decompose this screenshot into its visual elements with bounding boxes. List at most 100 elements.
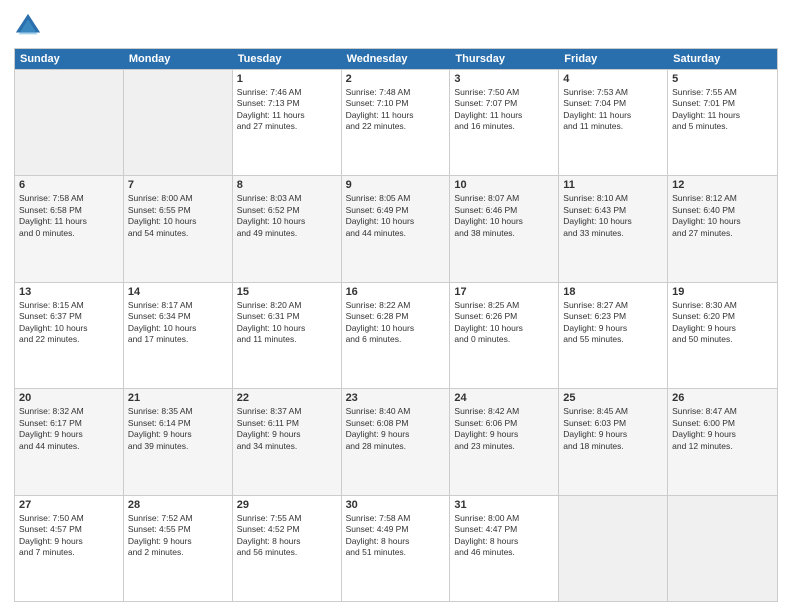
day-number: 17 (454, 286, 554, 298)
day-number: 28 (128, 499, 228, 511)
day-number: 30 (346, 499, 446, 511)
day-number: 21 (128, 392, 228, 404)
day-info: Sunrise: 8:05 AM Sunset: 6:49 PM Dayligh… (346, 193, 446, 239)
day-number: 5 (672, 73, 773, 85)
calendar-body: 1 Sunrise: 7:46 AM Sunset: 7:13 PM Daylig… (15, 69, 777, 601)
weekday-header-friday: Friday (559, 49, 668, 69)
day-info: Sunrise: 8:00 AM Sunset: 6:55 PM Dayligh… (128, 193, 228, 239)
day-cell-18: 18Sunrise: 8:27 AM Sunset: 6:23 PM Dayli… (559, 283, 668, 388)
day-info: Sunrise: 8:17 AM Sunset: 6:34 PM Dayligh… (128, 300, 228, 346)
day-cell-15: 15 Sunrise: 8:20 AM Sunset: 6:31 PM Dayli… (233, 283, 342, 388)
weekday-header-saturday: Saturday (668, 49, 777, 69)
day-cell-1: 1 Sunrise: 7:46 AM Sunset: 7:13 PM Daylig… (233, 70, 342, 175)
day-number: 19 (672, 286, 773, 298)
day-number: 10 (454, 179, 554, 191)
day-cell-19: 19Sunrise: 8:30 AM Sunset: 6:20 PM Dayli… (668, 283, 777, 388)
day-info: Sunrise: 8:20 AM Sunset: 6:31 PM Dayligh… (237, 300, 337, 346)
empty-cell (559, 496, 668, 601)
weekday-header-tuesday: Tuesday (233, 49, 342, 69)
logo-icon (14, 12, 42, 40)
day-cell-25: 25Sunrise: 8:45 AM Sunset: 6:03 PM Dayli… (559, 389, 668, 494)
day-info: Sunrise: 7:55 AM Sunset: 4:52 PM Dayligh… (237, 513, 337, 559)
weekday-header-thursday: Thursday (450, 49, 559, 69)
day-cell-13: 13Sunrise: 8:15 AM Sunset: 6:37 PM Dayli… (15, 283, 124, 388)
day-info: Sunrise: 7:53 AM Sunset: 7:04 PM Dayligh… (563, 87, 663, 133)
day-cell-29: 29 Sunrise: 7:55 AM Sunset: 4:52 PM Dayli… (233, 496, 342, 601)
day-cell-24: 24 Sunrise: 8:42 AM Sunset: 6:06 PM Dayli… (450, 389, 559, 494)
day-cell-21: 21 Sunrise: 8:35 AM Sunset: 6:14 PM Dayli… (124, 389, 233, 494)
day-info: Sunrise: 8:42 AM Sunset: 6:06 PM Dayligh… (454, 406, 554, 452)
day-cell-31: 31Sunrise: 8:00 AM Sunset: 4:47 PM Dayli… (450, 496, 559, 601)
day-number: 26 (672, 392, 773, 404)
day-cell-12: 12 Sunrise: 8:12 AM Sunset: 6:40 PM Dayli… (668, 176, 777, 281)
day-cell-23: 23 Sunrise: 8:40 AM Sunset: 6:08 PM Dayli… (342, 389, 451, 494)
day-cell-4: 4 Sunrise: 7:53 AM Sunset: 7:04 PM Daylig… (559, 70, 668, 175)
day-info: Sunrise: 8:47 AM Sunset: 6:00 PM Dayligh… (672, 406, 773, 452)
day-number: 23 (346, 392, 446, 404)
weekday-header-wednesday: Wednesday (342, 49, 451, 69)
day-number: 27 (19, 499, 119, 511)
day-info: Sunrise: 7:58 AM Sunset: 4:49 PM Dayligh… (346, 513, 446, 559)
day-info: Sunrise: 8:12 AM Sunset: 6:40 PM Dayligh… (672, 193, 773, 239)
calendar-row-3: 13Sunrise: 8:15 AM Sunset: 6:37 PM Dayli… (15, 282, 777, 388)
day-number: 8 (237, 179, 337, 191)
day-number: 7 (128, 179, 228, 191)
day-cell-5: 5Sunrise: 7:55 AM Sunset: 7:01 PM Daylig… (668, 70, 777, 175)
day-number: 11 (563, 179, 663, 191)
day-number: 4 (563, 73, 663, 85)
header (14, 12, 778, 40)
day-cell-17: 17 Sunrise: 8:25 AM Sunset: 6:26 PM Dayli… (450, 283, 559, 388)
day-number: 16 (346, 286, 446, 298)
day-info: Sunrise: 7:50 AM Sunset: 4:57 PM Dayligh… (19, 513, 119, 559)
day-cell-20: 20 Sunrise: 8:32 AM Sunset: 6:17 PM Dayli… (15, 389, 124, 494)
day-number: 18 (563, 286, 663, 298)
day-info: Sunrise: 7:58 AM Sunset: 6:58 PM Dayligh… (19, 193, 119, 239)
day-number: 3 (454, 73, 554, 85)
empty-cell (124, 70, 233, 175)
day-info: Sunrise: 8:03 AM Sunset: 6:52 PM Dayligh… (237, 193, 337, 239)
calendar-row-5: 27 Sunrise: 7:50 AM Sunset: 4:57 PM Dayli… (15, 495, 777, 601)
page: SundayMondayTuesdayWednesdayThursdayFrid… (0, 0, 792, 612)
day-number: 24 (454, 392, 554, 404)
day-cell-11: 11Sunrise: 8:10 AM Sunset: 6:43 PM Dayli… (559, 176, 668, 281)
day-number: 29 (237, 499, 337, 511)
day-cell-10: 10Sunrise: 8:07 AM Sunset: 6:46 PM Dayli… (450, 176, 559, 281)
day-info: Sunrise: 8:25 AM Sunset: 6:26 PM Dayligh… (454, 300, 554, 346)
empty-cell (15, 70, 124, 175)
day-info: Sunrise: 7:50 AM Sunset: 7:07 PM Dayligh… (454, 87, 554, 133)
calendar-header: SundayMondayTuesdayWednesdayThursdayFrid… (15, 49, 777, 69)
day-info: Sunrise: 7:52 AM Sunset: 4:55 PM Dayligh… (128, 513, 228, 559)
calendar: SundayMondayTuesdayWednesdayThursdayFrid… (14, 48, 778, 602)
day-info: Sunrise: 7:48 AM Sunset: 7:10 PM Dayligh… (346, 87, 446, 133)
day-cell-7: 7 Sunrise: 8:00 AM Sunset: 6:55 PM Daylig… (124, 176, 233, 281)
empty-cell (668, 496, 777, 601)
day-info: Sunrise: 8:40 AM Sunset: 6:08 PM Dayligh… (346, 406, 446, 452)
day-number: 31 (454, 499, 554, 511)
day-cell-8: 8 Sunrise: 8:03 AM Sunset: 6:52 PM Daylig… (233, 176, 342, 281)
day-cell-16: 16 Sunrise: 8:22 AM Sunset: 6:28 PM Dayli… (342, 283, 451, 388)
day-info: Sunrise: 8:35 AM Sunset: 6:14 PM Dayligh… (128, 406, 228, 452)
day-number: 12 (672, 179, 773, 191)
day-cell-30: 30 Sunrise: 7:58 AM Sunset: 4:49 PM Dayli… (342, 496, 451, 601)
day-info: Sunrise: 8:22 AM Sunset: 6:28 PM Dayligh… (346, 300, 446, 346)
day-number: 22 (237, 392, 337, 404)
day-number: 1 (237, 73, 337, 85)
day-cell-9: 9 Sunrise: 8:05 AM Sunset: 6:49 PM Daylig… (342, 176, 451, 281)
weekday-header-monday: Monday (124, 49, 233, 69)
day-cell-27: 27 Sunrise: 7:50 AM Sunset: 4:57 PM Dayli… (15, 496, 124, 601)
day-cell-22: 22 Sunrise: 8:37 AM Sunset: 6:11 PM Dayli… (233, 389, 342, 494)
day-cell-2: 2 Sunrise: 7:48 AM Sunset: 7:10 PM Daylig… (342, 70, 451, 175)
calendar-row-4: 20 Sunrise: 8:32 AM Sunset: 6:17 PM Dayli… (15, 388, 777, 494)
day-number: 15 (237, 286, 337, 298)
day-info: Sunrise: 8:15 AM Sunset: 6:37 PM Dayligh… (19, 300, 119, 346)
day-number: 20 (19, 392, 119, 404)
day-number: 9 (346, 179, 446, 191)
day-info: Sunrise: 8:32 AM Sunset: 6:17 PM Dayligh… (19, 406, 119, 452)
day-number: 14 (128, 286, 228, 298)
day-cell-6: 6Sunrise: 7:58 AM Sunset: 6:58 PM Daylig… (15, 176, 124, 281)
day-cell-14: 14 Sunrise: 8:17 AM Sunset: 6:34 PM Dayli… (124, 283, 233, 388)
day-number: 2 (346, 73, 446, 85)
day-info: Sunrise: 8:37 AM Sunset: 6:11 PM Dayligh… (237, 406, 337, 452)
day-info: Sunrise: 7:46 AM Sunset: 7:13 PM Dayligh… (237, 87, 337, 133)
weekday-header-sunday: Sunday (15, 49, 124, 69)
